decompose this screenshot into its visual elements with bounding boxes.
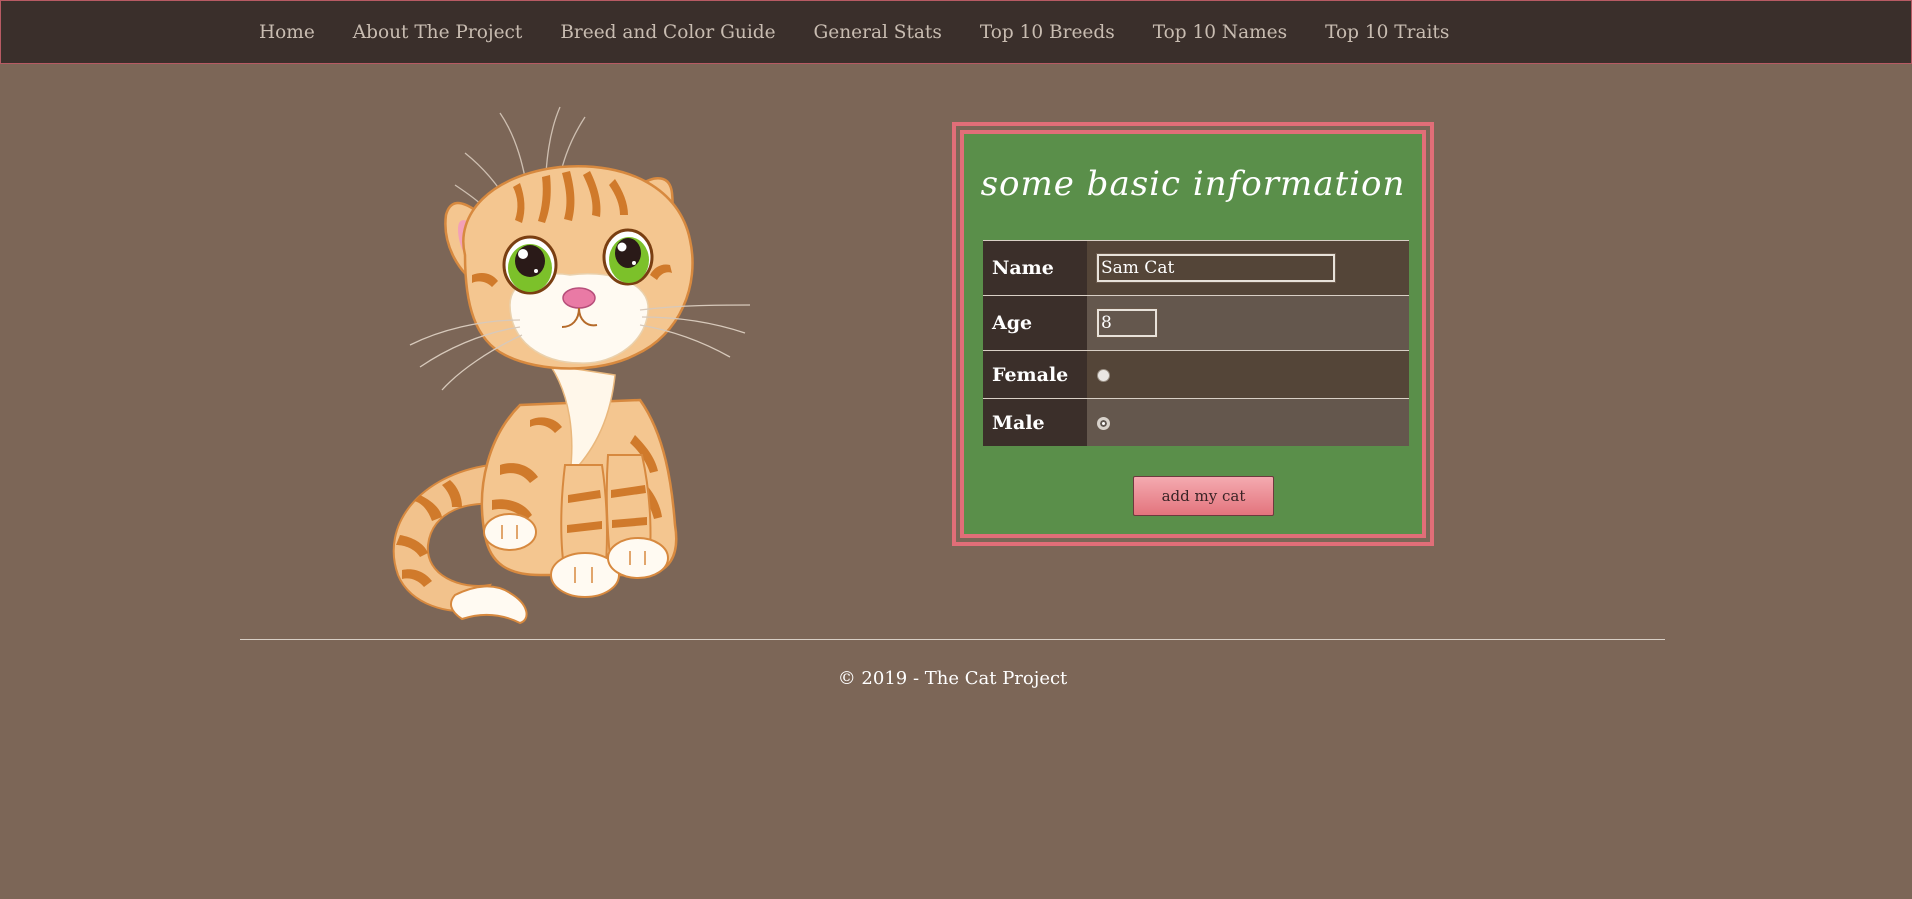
name-input[interactable]	[1096, 253, 1336, 283]
male-label: Male	[983, 398, 1087, 446]
add-my-cat-button[interactable]: add my cat	[1133, 476, 1274, 516]
table-row-age: Age	[983, 295, 1409, 351]
nav-item-home[interactable]: Home	[240, 22, 334, 43]
top-navbar: Home About The Project Breed and Color G…	[0, 0, 1912, 64]
nav-item-top-10-traits[interactable]: Top 10 Traits	[1306, 22, 1468, 43]
female-radio[interactable]	[1097, 369, 1110, 382]
female-label: Female	[983, 350, 1087, 399]
footer-copyright: © 2019 - The Cat Project	[837, 668, 1068, 689]
nav-item-about-the-project[interactable]: About The Project	[334, 22, 542, 43]
add-cat-panel: some basic information Name Age Female	[952, 122, 1434, 546]
add-cat-panel-inner: some basic information Name Age Female	[960, 130, 1426, 538]
table-row-male: Male	[983, 398, 1409, 446]
age-label: Age	[983, 295, 1087, 351]
nav-list: Home About The Project Breed and Color G…	[240, 1, 1468, 63]
nav-item-general-stats[interactable]: General Stats	[795, 22, 961, 43]
panel-title: some basic information	[980, 164, 1406, 204]
footer-divider	[240, 639, 1665, 640]
age-input[interactable]	[1096, 308, 1158, 338]
nav-item-breed-and-color-guide[interactable]: Breed and Color Guide	[541, 22, 794, 43]
male-radio[interactable]	[1097, 417, 1110, 430]
info-table: Name Age Female Male	[983, 240, 1409, 446]
table-row-female: Female	[983, 350, 1409, 399]
name-label: Name	[983, 240, 1087, 296]
table-row-name: Name	[983, 240, 1409, 296]
nav-item-top-10-breeds[interactable]: Top 10 Breeds	[961, 22, 1134, 43]
kitten-illustration	[392, 106, 751, 625]
nav-item-top-10-names[interactable]: Top 10 Names	[1134, 22, 1306, 43]
